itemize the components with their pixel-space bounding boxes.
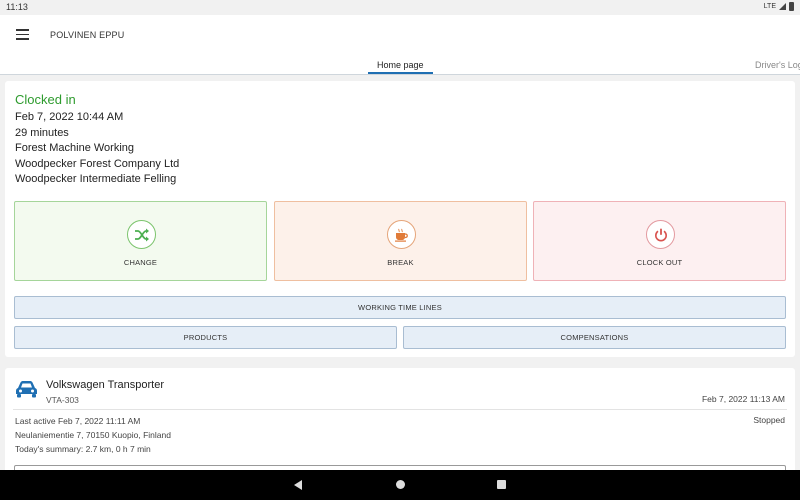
- status-bar: 11:13 LTE: [0, 0, 800, 15]
- vehicle-name: Volkswagen Transporter: [46, 379, 165, 391]
- vehicle-registration: VTA-303: [46, 395, 79, 405]
- status-icons: LTE: [764, 2, 794, 11]
- change-button[interactable]: CHANGE: [14, 201, 267, 281]
- app-bar: POLVINEN EPPU: [0, 15, 800, 55]
- navigation-bar: [0, 470, 800, 500]
- signal-icon: [779, 3, 786, 10]
- shuffle-icon: [134, 228, 149, 241]
- vehicle-last-active: Last active Feb 7, 2022 11:11 AM: [15, 416, 141, 426]
- car-icon: [16, 381, 37, 398]
- change-icon-circle: [127, 220, 156, 249]
- work-duration: 29 minutes: [15, 126, 69, 139]
- products-button[interactable]: PRODUCTS: [14, 326, 397, 349]
- vehicle-timestamp: Feb 7, 2022 11:13 AM: [701, 394, 785, 404]
- work-details: Feb 7, 2022 10:44 AM 29 minutes Forest M…: [15, 110, 179, 188]
- tab-indicator: [368, 72, 433, 74]
- divider: [13, 409, 787, 410]
- back-icon[interactable]: [294, 480, 302, 490]
- recent-apps-icon[interactable]: [497, 480, 506, 489]
- network-type: LTE: [763, 3, 776, 10]
- work-status-card: Clocked in Feb 7, 2022 10:44 AM 29 minut…: [5, 81, 795, 357]
- battery-icon: [789, 2, 794, 11]
- working-time-lines-button[interactable]: WORKING TIME LINES: [14, 296, 786, 319]
- compensations-button[interactable]: COMPENSATIONS: [403, 326, 786, 349]
- break-label: BREAK: [387, 258, 414, 267]
- status-time: 11:13: [6, 2, 28, 12]
- vehicle-info: Last active Feb 7, 2022 11:11 AM Neulani…: [15, 414, 171, 456]
- clock-out-icon-circle: [646, 220, 675, 249]
- vehicle-card[interactable]: Volkswagen Transporter VTA-303 Feb 7, 20…: [5, 368, 795, 485]
- vehicle-summary: Today's summary: 2.7 km, 0 h 7 min: [15, 444, 151, 454]
- clock-out-button[interactable]: CLOCK OUT: [533, 201, 786, 281]
- clock-out-label: CLOCK OUT: [636, 258, 683, 267]
- clocked-in-title: Clocked in: [15, 92, 76, 107]
- vehicle-status: Stopped: [753, 415, 785, 425]
- coffee-cup-icon: [394, 228, 408, 242]
- tab-home-page[interactable]: Home page: [377, 60, 424, 70]
- change-label: CHANGE: [123, 258, 158, 267]
- app-title: POLVINEN EPPU: [50, 30, 125, 40]
- task-name: Woodpecker Intermediate Felling: [15, 173, 177, 185]
- vehicle-address: Neulaniementie 7, 70150 Kuopio, Finland: [15, 430, 171, 440]
- power-icon: [654, 228, 667, 241]
- clock-in-datetime: Feb 7, 2022 10:44 AM: [15, 111, 124, 123]
- break-button[interactable]: BREAK: [274, 201, 527, 281]
- tab-bar: Home page Driver's Log: [0, 55, 800, 75]
- home-icon[interactable]: [396, 480, 405, 489]
- work-type: Forest Machine Working: [15, 142, 135, 154]
- hamburger-menu-icon[interactable]: [16, 29, 29, 40]
- break-icon-circle: [387, 220, 416, 249]
- tab-drivers-log[interactable]: Driver's Log: [755, 60, 800, 70]
- company-name: Woodpecker Forest Company Ltd: [15, 157, 180, 170]
